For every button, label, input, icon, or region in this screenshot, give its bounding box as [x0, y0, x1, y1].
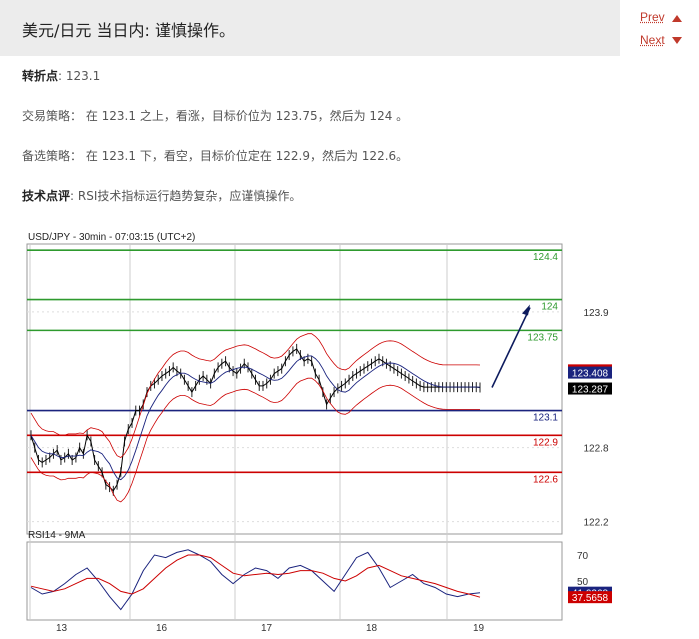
y-tick-label: 122.2 — [583, 518, 608, 529]
strategy-text: ： 在 123.1 之上，看涨，目标价位为 123.75，然后为 124 。 — [70, 109, 409, 123]
comment-label: 技术点评 — [22, 189, 71, 203]
prev-link[interactable]: Prev — [640, 10, 665, 24]
y-tick-label: 123.9 — [583, 308, 608, 319]
x-tick-label: 17 — [261, 623, 273, 634]
main-panel-frame — [26, 243, 563, 535]
rsi-panel-frame — [26, 541, 563, 621]
pivot-value: : 123.1 — [58, 69, 101, 83]
y-tick-label: 122.8 — [583, 444, 608, 455]
strategy-line: 交易策略： 在 123.1 之上，看涨，目标价位为 123.75，然后为 124… — [22, 107, 408, 124]
price-box-label: 123.408 — [572, 369, 609, 380]
header-bar: 美元/日元 当日内: 谨慎操作。 — [0, 0, 620, 56]
x-tick-label: 16 — [156, 623, 168, 634]
pivot-line: 转折点: 123.1 — [22, 67, 100, 84]
x-tick-label: 13 — [56, 623, 68, 634]
level-label: 122.6 — [533, 474, 558, 485]
page-title: 美元/日元 当日内: 谨慎操作。 — [22, 21, 235, 40]
level-label: 123.1 — [533, 413, 558, 424]
comment-line: 技术点评: RSI技术指标运行趋势复杂，应谨慎操作。 — [22, 187, 301, 204]
price-box-label: 123.287 — [572, 385, 609, 396]
level-label: 123.75 — [527, 332, 558, 343]
comment-text: : RSI技术指标运行趋势复杂，应谨慎操作。 — [70, 189, 302, 203]
price-chart: 13 16 17 18 19 123.9 122.8 122.2 USD/JPY - 30min… — [26, 232, 612, 634]
rsi-y-tick-label: 50 — [577, 577, 589, 588]
pager: Prev Next — [620, 0, 699, 56]
level-label: 122.9 — [533, 437, 558, 448]
prev-arrow-icon[interactable] — [672, 15, 682, 22]
level-label: 124 — [541, 302, 558, 313]
level-label: 124.4 — [533, 252, 558, 263]
x-tick-label: 18 — [366, 623, 378, 634]
alt-strategy-line: 备选策略： 在 123.1 下，看空，目标价位定在 122.9，然后为 122.… — [22, 147, 408, 164]
next-arrow-icon[interactable] — [672, 37, 682, 44]
rsi-y-tick-label: 70 — [577, 551, 589, 562]
chart-title: USD/JPY - 30min - 07:03:15 (UTC+2) — [28, 232, 195, 243]
strategy-label: 交易策略 — [22, 109, 71, 123]
rsi-value-label: 37.5658 — [572, 593, 609, 604]
x-tick-label: 19 — [473, 623, 485, 634]
pivot-label: 转折点 — [22, 69, 59, 83]
next-link[interactable]: Next — [640, 33, 665, 47]
alt-strategy-label: 备选策略 — [22, 149, 71, 163]
alt-strategy-text: ： 在 123.1 下，看空，目标价位定在 122.9，然后为 122.6。 — [70, 149, 409, 163]
rsi-title: RSI14 - 9MA — [28, 530, 86, 541]
